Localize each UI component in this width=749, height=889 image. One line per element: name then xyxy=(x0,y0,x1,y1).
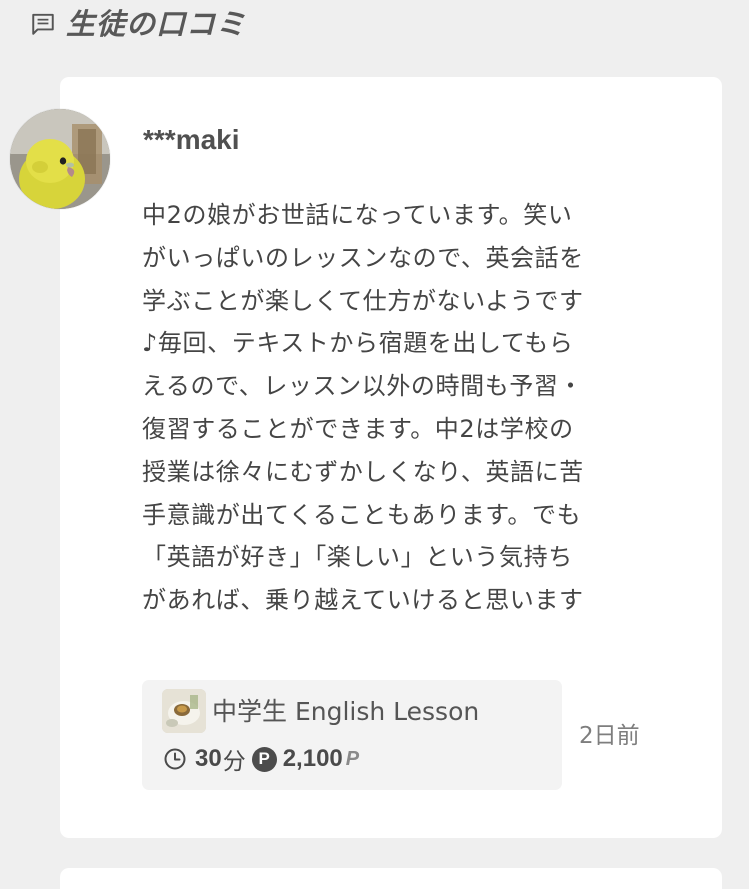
lesson-thumbnail xyxy=(162,689,206,733)
review-body: 中2の娘がお世話になっています。笑い がいっぱいのレッスンなので、英会話を 学ぶ… xyxy=(142,194,642,626)
lesson-price: 2,100 xyxy=(282,745,343,772)
lesson-link[interactable]: 中学生 English Lesson 30 分 P 2,100 P xyxy=(142,680,562,790)
review-line: がいっぱいのレッスンなので、英会話を xyxy=(142,243,584,272)
page: 生徒の口コミ ***maki 中2の娘がお世話になっています。笑い がいっぱいの… xyxy=(0,0,749,889)
username[interactable]: ***maki xyxy=(143,120,240,160)
section-title: 生徒の口コミ xyxy=(66,7,247,41)
posted-time: 2日前 xyxy=(579,723,640,749)
review-line: があれば、乗り越えていけると思います xyxy=(142,586,584,615)
review-line: 復習することができます。中2は学校の xyxy=(142,414,574,443)
review-line: 授業は徐々にむずかしくなり、英語に苦 xyxy=(142,457,584,486)
lesson-duration: 30 xyxy=(195,745,222,772)
review-line: ^ ^ xyxy=(142,622,642,626)
review-line: えるので、レッスン以外の時間も予習・ xyxy=(142,372,584,401)
clock-icon xyxy=(164,748,186,770)
lesson-meta: 30 分 P 2,100 P xyxy=(163,740,359,778)
avatar[interactable] xyxy=(10,109,110,209)
review-line: 「英語が好き」「楽しい」という気持ち xyxy=(142,543,573,572)
review-line: 学ぶことが楽しくて仕方がないようです xyxy=(142,286,584,315)
review-line: ♪毎回、テキストから宿題を出してもら xyxy=(142,329,574,358)
review-line: 手意識が出てくることもあります。でも xyxy=(142,500,582,529)
lesson-price-unit: P xyxy=(345,747,360,770)
points-icon: P xyxy=(251,746,277,772)
next-review-card xyxy=(60,868,722,889)
review-line: 中2の娘がお世話になっています。笑い xyxy=(142,201,573,229)
parakeet-avatar xyxy=(10,109,110,209)
section-header: 生徒の口コミ xyxy=(30,4,246,44)
lesson-title: 中学生 English Lesson xyxy=(212,697,480,726)
lesson-duration-unit: 分 xyxy=(222,749,246,775)
comment-icon xyxy=(32,13,54,35)
